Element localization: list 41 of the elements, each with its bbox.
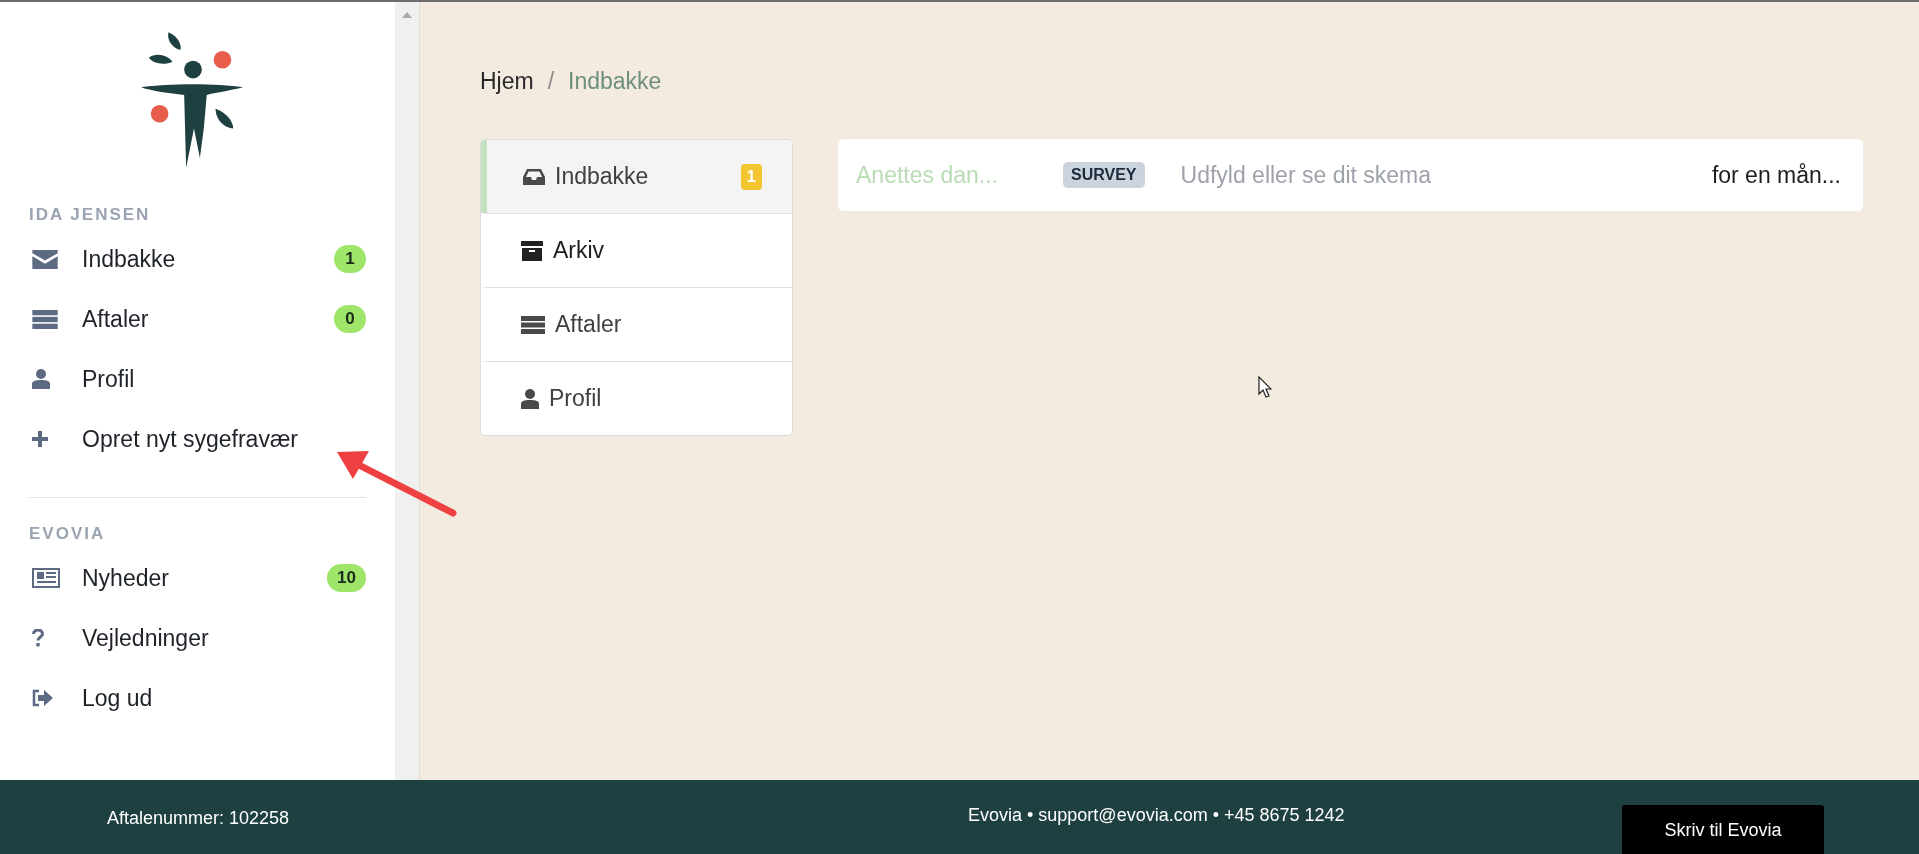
message-row[interactable]: Anettes dan... SURVEY Udfyld eller se dit skema for en mån...	[838, 139, 1863, 211]
count-badge: 10	[327, 564, 366, 592]
list-icon	[32, 309, 58, 329]
logout-icon	[32, 689, 54, 707]
user-icon	[521, 388, 539, 409]
pointer-cursor-icon	[1258, 376, 1272, 398]
scroll-up-arrow-icon[interactable]	[402, 12, 412, 18]
archive-box-icon	[521, 240, 543, 261]
list-icon	[521, 315, 545, 334]
sidebar-item[interactable]: Indbakke 1	[29, 229, 366, 289]
message-subject: Udfyld eller se dit skema	[1180, 161, 1433, 189]
newspaper-icon	[32, 568, 60, 588]
count-badge: 0	[334, 305, 366, 333]
user-icon	[32, 369, 50, 389]
sidebar-item[interactable]: Log ud	[29, 668, 366, 728]
tab[interactable]: Aftaler	[481, 287, 792, 361]
scrollbar[interactable]	[395, 2, 420, 780]
question-icon	[32, 629, 44, 647]
tab[interactable]: Arkiv	[481, 213, 792, 287]
sidebar-item[interactable]: Nyheder 10	[29, 548, 366, 608]
section-heading: EVOVIA	[29, 524, 107, 544]
plus-icon	[32, 431, 48, 447]
tab[interactable]: Indbakke 1	[481, 140, 792, 213]
count-badge: 1	[334, 245, 366, 273]
agreement-number: Aftalenummer: 102258	[107, 807, 291, 829]
inbox-tray-icon	[523, 167, 545, 186]
section-heading: IDA JENSEN	[29, 205, 152, 225]
sidebar-item[interactable]: Profil	[29, 349, 366, 409]
sidebar-item[interactable]: Aftaler 0	[29, 289, 366, 349]
sidebar-item[interactable]: Vejledninger	[29, 608, 366, 668]
contact-button[interactable]: Skriv til Evovia	[1622, 805, 1824, 854]
breadcrumb-link[interactable]: Hjem	[480, 68, 534, 95]
contact-info: Evovia • support@evovia.com • +45 8675 1242	[968, 805, 1346, 826]
sidebar-item[interactable]: Opret nyt sygefravær	[29, 409, 366, 469]
message-tag: SURVEY	[1063, 162, 1145, 188]
breadcrumb-separator: /	[547, 68, 555, 95]
message-time: for en mån...	[1711, 161, 1841, 189]
envelope-icon	[32, 249, 58, 269]
message-sender: Anettes dan...	[856, 161, 999, 189]
tab[interactable]: Profil	[481, 361, 792, 435]
count-badge: 1	[740, 163, 762, 190]
